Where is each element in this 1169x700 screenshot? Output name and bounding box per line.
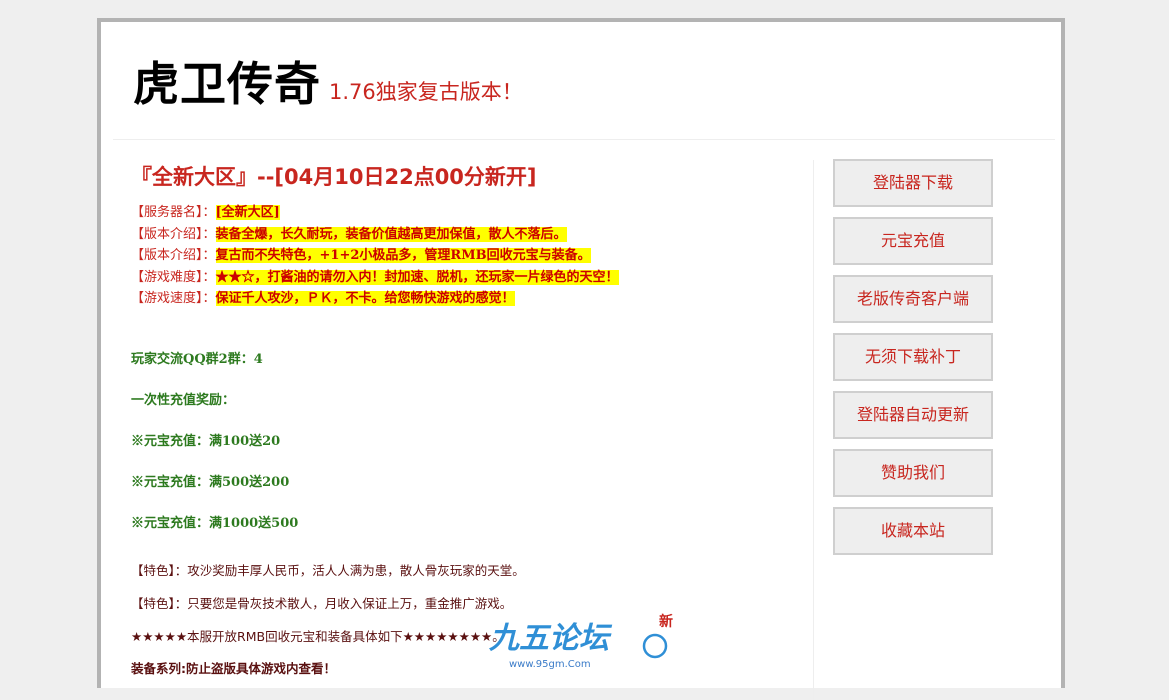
no-download-patch-button[interactable]: 无须下载补丁 [833,333,993,381]
info-label: 【版本介绍】： [131,248,216,263]
swirl-icon [642,633,668,659]
feature-text: 【特色】：攻沙奖励丰厚人民币，活人人满为患，散人骨灰玩家的天堂。 [131,563,525,578]
info-value: 装备全爆，长久耐玩，装备价值越高更加保值，散人不落后。 [215,226,567,242]
info-label: 【版本介绍】： [131,226,216,242]
recharge-item: ※元宝充值：满500送200 [131,475,290,490]
recharge-item: ※元宝充值：满1000送500 [131,516,299,531]
info-label: 【游戏速度】： [131,291,216,306]
feature-text: 【特色】：只要您是骨灰技术散人，月收入保证上万，重金推广游戏。 [131,596,513,611]
watermark-url: www.95gm.Com [509,659,591,670]
sponsor-button[interactable]: 赞助我们 [833,449,993,497]
bookmark-site-button[interactable]: 收藏本站 [833,507,993,555]
info-row: 【服务器名】：[全新大区] [131,202,619,224]
watermark-badge: 新 [659,613,673,630]
server-heading: 『全新大区』--[04月10日22点00分新开] [131,165,537,189]
rmb-notice: ★★★★★本服开放RMB回收元宝和装备具体如下★★★★★★★★。 [131,629,505,644]
server-info-list: 【服务器名】：[全新大区] 【版本介绍】：装备全爆，长久耐玩，装备价值越高更加保… [131,202,619,310]
info-label: 【游戏难度】： [131,269,216,285]
watermark-logo-text: 九五论坛 [488,621,613,656]
site-tagline: 1.76独家复古版本！ [329,80,523,104]
equipment-note: 装备系列:防止盗版具体游戏内查看！ [131,661,336,676]
info-row: 【版本介绍】：装备全爆，长久耐玩，装备价值越高更加保值，散人不落后。 [131,224,619,246]
info-value: [全新大区] [215,205,280,220]
launcher-auto-update-button[interactable]: 登陆器自动更新 [833,391,993,439]
page-frame: 虎卫传奇 1.76独家复古版本！ 『全新大区』--[04月10日22点00分新开… [97,18,1065,700]
launcher-download-button[interactable]: 登陆器下载 [833,159,993,207]
qq-group-text: 玩家交流QQ群2群：4 [131,352,263,367]
ingot-recharge-button[interactable]: 元宝充值 [833,217,993,265]
site-title[interactable]: 虎卫传奇 [133,56,321,112]
classic-client-button[interactable]: 老版传奇客户端 [833,275,993,323]
site-header: 虎卫传奇 1.76独家复古版本！ [113,22,1055,140]
recharge-title: 一次性充值奖励： [131,393,236,408]
column-divider [813,160,814,700]
info-row: 【游戏速度】：保证千人攻沙，ＰＫ，不卡。给您畅快游戏的感觉！ [131,288,619,310]
recharge-item: ※元宝充值：满100送20 [131,434,281,449]
info-row: 【版本介绍】：复古而不失特色，+1+2小极品多，管理RMB回收元宝与装备。 [131,245,619,267]
info-value: ★★☆，打酱油的请勿入内！封加速、脱机，还玩家一片绿色的天空！ [215,269,619,285]
info-value: 复古而不失特色，+1+2小极品多，管理RMB回收元宝与装备。 [215,248,591,263]
forum-watermark-logo: 九五论坛 新 www.95gm.Com [487,613,673,670]
info-value: 保证千人攻沙，ＰＫ，不卡。给您畅快游戏的感觉！ [215,291,515,306]
info-row: 【游戏难度】：★★☆，打酱油的请勿入内！封加速、脱机，还玩家一片绿色的天空！ [131,267,619,289]
info-label: 【服务器名】： [131,205,216,220]
